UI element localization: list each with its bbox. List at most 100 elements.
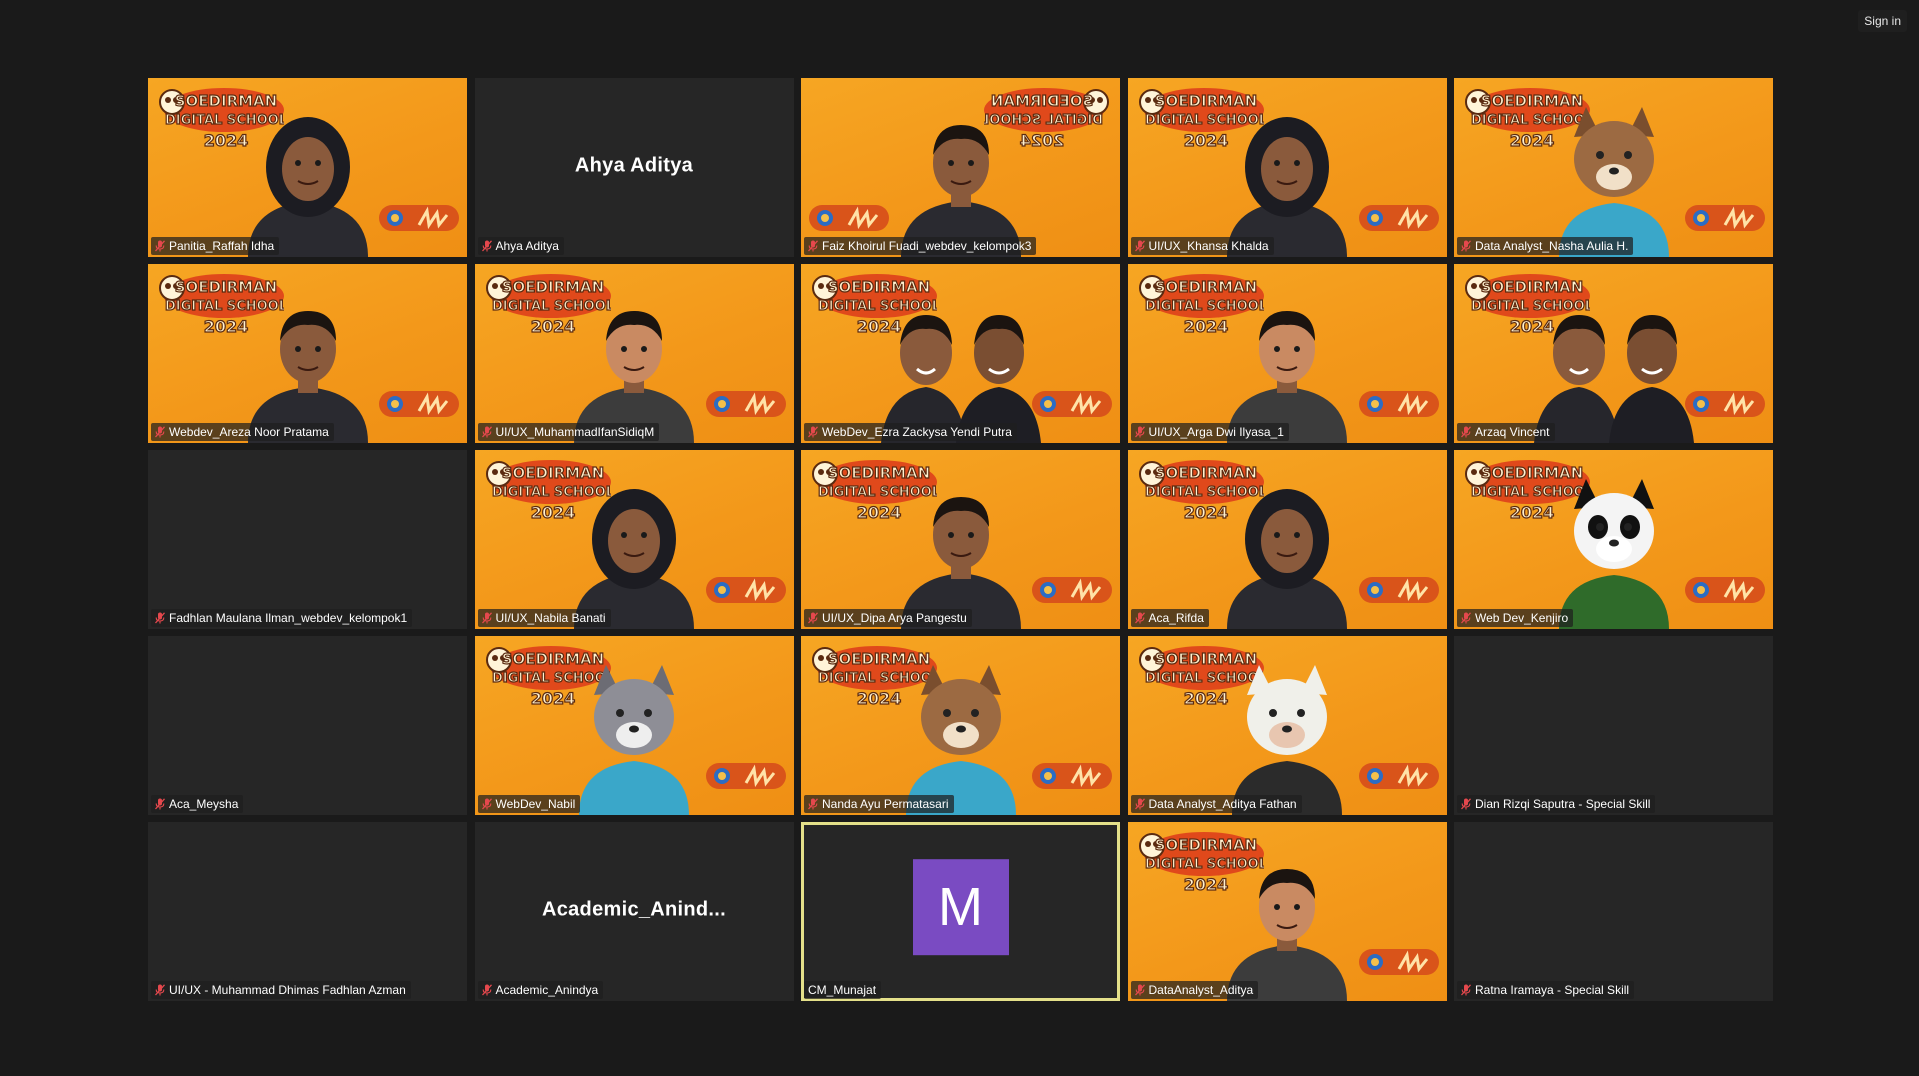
participant-tile[interactable]: SOEDIRMAN DIGITAL SCHOOL 2024 Data Analyst_… — [1454, 78, 1773, 257]
participant-name-label: Aca_Meysha — [151, 795, 244, 813]
participant-name: DataAnalyst_Aditya — [1148, 983, 1254, 997]
mic-muted-icon — [1134, 798, 1145, 810]
participant-video-figure — [900, 125, 1021, 257]
participant-tile[interactable]: SOEDIRMAN DIGITAL SCHOOL 2024 UI/UX_Nabila … — [474, 450, 794, 629]
sponsor-logo-graphic — [1032, 763, 1112, 789]
participant-name-label: Web Dev_Kenjiro — [1457, 609, 1574, 627]
sponsor-logo-graphic — [379, 205, 459, 231]
sponsor-logo-graphic — [705, 391, 786, 417]
participant-name-label: UI/UX_Arga Dwi Ilyasa_1 — [1130, 423, 1289, 441]
participant-name: Webdev_Areza Noor Pratama — [169, 425, 329, 439]
participant-tile[interactable]: SOEDIRMAN DIGITAL SCHOOL 2024 Panitia_Raffa… — [148, 78, 467, 257]
participant-tile[interactable]: Ahya Aditya Ahya Aditya — [474, 78, 794, 257]
participant-tile[interactable]: SOEDIRMAN DIGITAL SCHOOL 2024 UI/UX_Khansa … — [1127, 78, 1447, 257]
participant-name: Aca_Meysha — [169, 797, 239, 811]
mic-muted-icon — [155, 240, 165, 252]
sponsor-logo-graphic — [705, 577, 786, 603]
participant-video-figure — [1227, 869, 1347, 1001]
participant-tile[interactable]: SOEDIRMAN DIGITAL SCHOOL 2024 Faiz Khoirul … — [801, 78, 1120, 257]
participant-tile[interactable]: SOEDIRMAN DIGITAL SCHOOL 2024 Web Dev_Kenji… — [1454, 450, 1773, 629]
sponsor-logo-graphic — [809, 205, 889, 231]
participant-display-name: Academic_Anind... — [541, 898, 727, 921]
mic-muted-icon — [808, 612, 818, 624]
participant-video-figure — [1533, 315, 1694, 443]
participant-name: CM_Munajat — [808, 983, 877, 997]
participant-video-figure — [579, 665, 689, 815]
sponsor-logo-graphic — [1032, 391, 1112, 417]
participant-video-figure — [880, 315, 1041, 443]
participant-tile[interactable]: Academic_Anind... Academic_Anindya — [474, 822, 794, 1001]
participant-tile[interactable]: SOEDIRMAN DIGITAL SCHOOL 2024 UI/UX_Muhamma… — [474, 264, 794, 443]
mic-muted-icon — [1461, 240, 1471, 252]
participant-tile[interactable]: SOEDIRMAN DIGITAL SCHOOL 2024 UI/UX_Dipa Ar… — [801, 450, 1120, 629]
mic-muted-icon — [155, 612, 165, 624]
sponsor-logo-graphic — [705, 763, 786, 789]
participant-video-figure — [900, 497, 1021, 629]
participant-video-figure — [574, 489, 694, 629]
sponsor-logo-graphic — [1358, 577, 1439, 603]
participant-gallery: SOEDIRMAN DIGITAL SCHOOL 2024 Panitia_Raffa… — [148, 78, 1773, 1001]
participant-tile[interactable]: Dian Rizqi Saputra - Special Skill — [1454, 636, 1773, 815]
participant-name-label: Ratna Iramaya - Special Skill — [1457, 981, 1635, 999]
participant-tile[interactable]: UI/UX - Muhammad Dhimas Fadhlan Azman — [148, 822, 467, 1001]
mic-muted-icon — [1461, 426, 1471, 438]
sponsor-logo-graphic — [1032, 577, 1112, 603]
meeting-window: Sign in SOEDIRMAN DIGITAL SCHOOL 2024 Panit… — [0, 0, 1919, 1076]
participant-name: UI/UX_Arga Dwi Ilyasa_1 — [1148, 425, 1284, 439]
participant-name-label: UI/UX_Dipa Arya Pangestu — [804, 609, 972, 627]
participant-tile[interactable]: SOEDIRMAN DIGITAL SCHOOL 2024 Arzaq Vincent — [1454, 264, 1773, 443]
participant-tile[interactable]: Aca_Meysha — [148, 636, 467, 815]
participant-name: Fadhlan Maulana Ilman_webdev_kelompok1 — [169, 611, 408, 625]
participant-tile[interactable]: SOEDIRMAN DIGITAL SCHOOL 2024 Nanda Ayu Per… — [801, 636, 1120, 815]
participant-name-label: UI/UX_Khansa Khalda — [1130, 237, 1274, 255]
participant-tile[interactable]: M CM_Munajat — [801, 822, 1120, 1001]
participant-name: UI/UX_Khansa Khalda — [1148, 239, 1269, 253]
participant-name-label: Arzaq Vincent — [1457, 423, 1555, 441]
participant-name-label: UI/UX_MuhammadIfanSidiqM — [477, 423, 660, 441]
sponsor-logo-graphic — [1685, 577, 1765, 603]
participant-name-label: Faiz Khoirul Fuadi_webdev_kelompok3 — [804, 237, 1037, 255]
participant-name-label: Nanda Ayu Permatasari — [804, 795, 954, 813]
participant-video-figure — [574, 311, 694, 443]
participant-tile[interactable]: SOEDIRMAN DIGITAL SCHOOL 2024 WebDev_Ezra Z… — [801, 264, 1120, 443]
mic-muted-icon — [1461, 612, 1471, 624]
participant-name-label: CM_Munajat — [804, 981, 882, 999]
participant-tile[interactable]: SOEDIRMAN DIGITAL SCHOOL 2024 Aca_Rifda — [1127, 450, 1447, 629]
participant-name: Faiz Khoirul Fuadi_webdev_kelompok3 — [822, 239, 1032, 253]
participant-tile[interactable]: SOEDIRMAN DIGITAL SCHOOL 2024 Webdev_Areza … — [148, 264, 467, 443]
participant-name-label: Aca_Rifda — [1130, 609, 1209, 627]
mic-muted-icon — [155, 426, 165, 438]
participant-tile[interactable]: SOEDIRMAN DIGITAL SCHOOL 2024 UI/UX_Arga Dw… — [1127, 264, 1447, 443]
mic-muted-icon — [1461, 984, 1471, 996]
participant-display-name: Ahya Aditya — [574, 154, 694, 177]
participant-tile[interactable]: Ratna Iramaya - Special Skill — [1454, 822, 1773, 1001]
participant-video-figure — [1558, 479, 1669, 629]
participant-tile[interactable]: SOEDIRMAN DIGITAL SCHOOL 2024 Data Analyst_… — [1127, 636, 1447, 815]
participant-name-label: Data Analyst_Aditya Fathan — [1130, 795, 1302, 813]
mic-muted-icon — [155, 798, 165, 810]
participant-tile[interactable]: SOEDIRMAN DIGITAL SCHOOL 2024 DataAnalyst_A… — [1127, 822, 1447, 1001]
participant-video-figure — [1232, 665, 1342, 815]
participant-name: Aca_Rifda — [1148, 611, 1204, 625]
participant-name-label: DataAnalyst_Aditya — [1130, 981, 1259, 999]
participant-name: Data Analyst_Aditya Fathan — [1148, 797, 1297, 811]
mic-muted-icon — [481, 240, 492, 252]
mic-muted-icon — [808, 240, 818, 252]
participant-video-figure — [1558, 107, 1669, 257]
participant-video-figure — [247, 311, 368, 443]
avatar: M — [912, 858, 1009, 955]
participant-name: UI/UX_Nabila Banati — [495, 611, 606, 625]
participant-name: UI/UX - Muhammad Dhimas Fadhlan Azman — [169, 983, 406, 997]
participant-name-label: Fadhlan Maulana Ilman_webdev_kelompok1 — [151, 609, 413, 627]
mic-muted-icon — [481, 798, 492, 810]
mic-muted-icon — [1134, 240, 1145, 252]
participant-name: Academic_Anindya — [495, 983, 599, 997]
mic-muted-icon — [1134, 984, 1145, 996]
participant-name-label: Academic_Anindya — [477, 981, 604, 999]
participant-name-label: Dian Rizqi Saputra - Special Skill — [1457, 795, 1656, 813]
participant-name: Data Analyst_Nasha Aulia H. — [1475, 239, 1629, 253]
participant-tile[interactable]: SOEDIRMAN DIGITAL SCHOOL 2024 WebDev_Nabil — [474, 636, 794, 815]
participant-tile[interactable]: Fadhlan Maulana Ilman_webdev_kelompok1 — [148, 450, 467, 629]
sign-in-button[interactable]: Sign in — [1858, 10, 1907, 32]
participant-video-figure — [247, 117, 368, 257]
